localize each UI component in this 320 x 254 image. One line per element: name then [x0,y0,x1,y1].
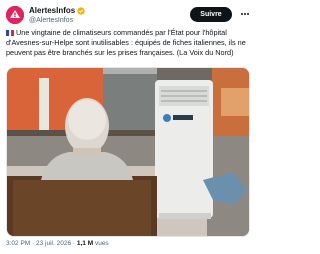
display-name[interactable]: AlertesInfos [29,6,75,16]
account-names: AlertesInfos @AlertesInfos [29,6,85,26]
meta-separator: · [32,240,35,247]
tweet-time[interactable]: 3:02 PM [6,240,30,247]
tweet-text: Une vingtaine de climatiseurs commandés … [6,28,250,58]
views-label: vues [94,240,109,247]
meta-separator-2: · [72,240,76,247]
photo-elderly-person-air-conditioner [7,68,249,236]
tweet-body: Une vingtaine de climatiseurs commandés … [6,28,246,57]
tweet-meta: 3:02 PM · 23 juil. 2026 · 1,1 M vues [6,240,109,247]
views-count: 1,1 M [76,240,94,247]
tweet-photo[interactable] [6,67,250,237]
tweet-card: AlertesInfos @AlertesInfos Suivre Une vi… [0,0,256,254]
handle[interactable]: @AlertesInfos [29,16,85,26]
france-flag-icon [6,29,14,36]
follow-button[interactable]: Suivre [190,7,232,22]
tweet-header: AlertesInfos @AlertesInfos Suivre [6,4,250,26]
verified-badge-icon [77,7,85,15]
more-icon[interactable] [240,9,250,19]
avatar[interactable] [6,6,24,24]
tweet-date[interactable]: 23 juil. 2026 [36,240,71,247]
alert-logo-icon [6,6,24,24]
